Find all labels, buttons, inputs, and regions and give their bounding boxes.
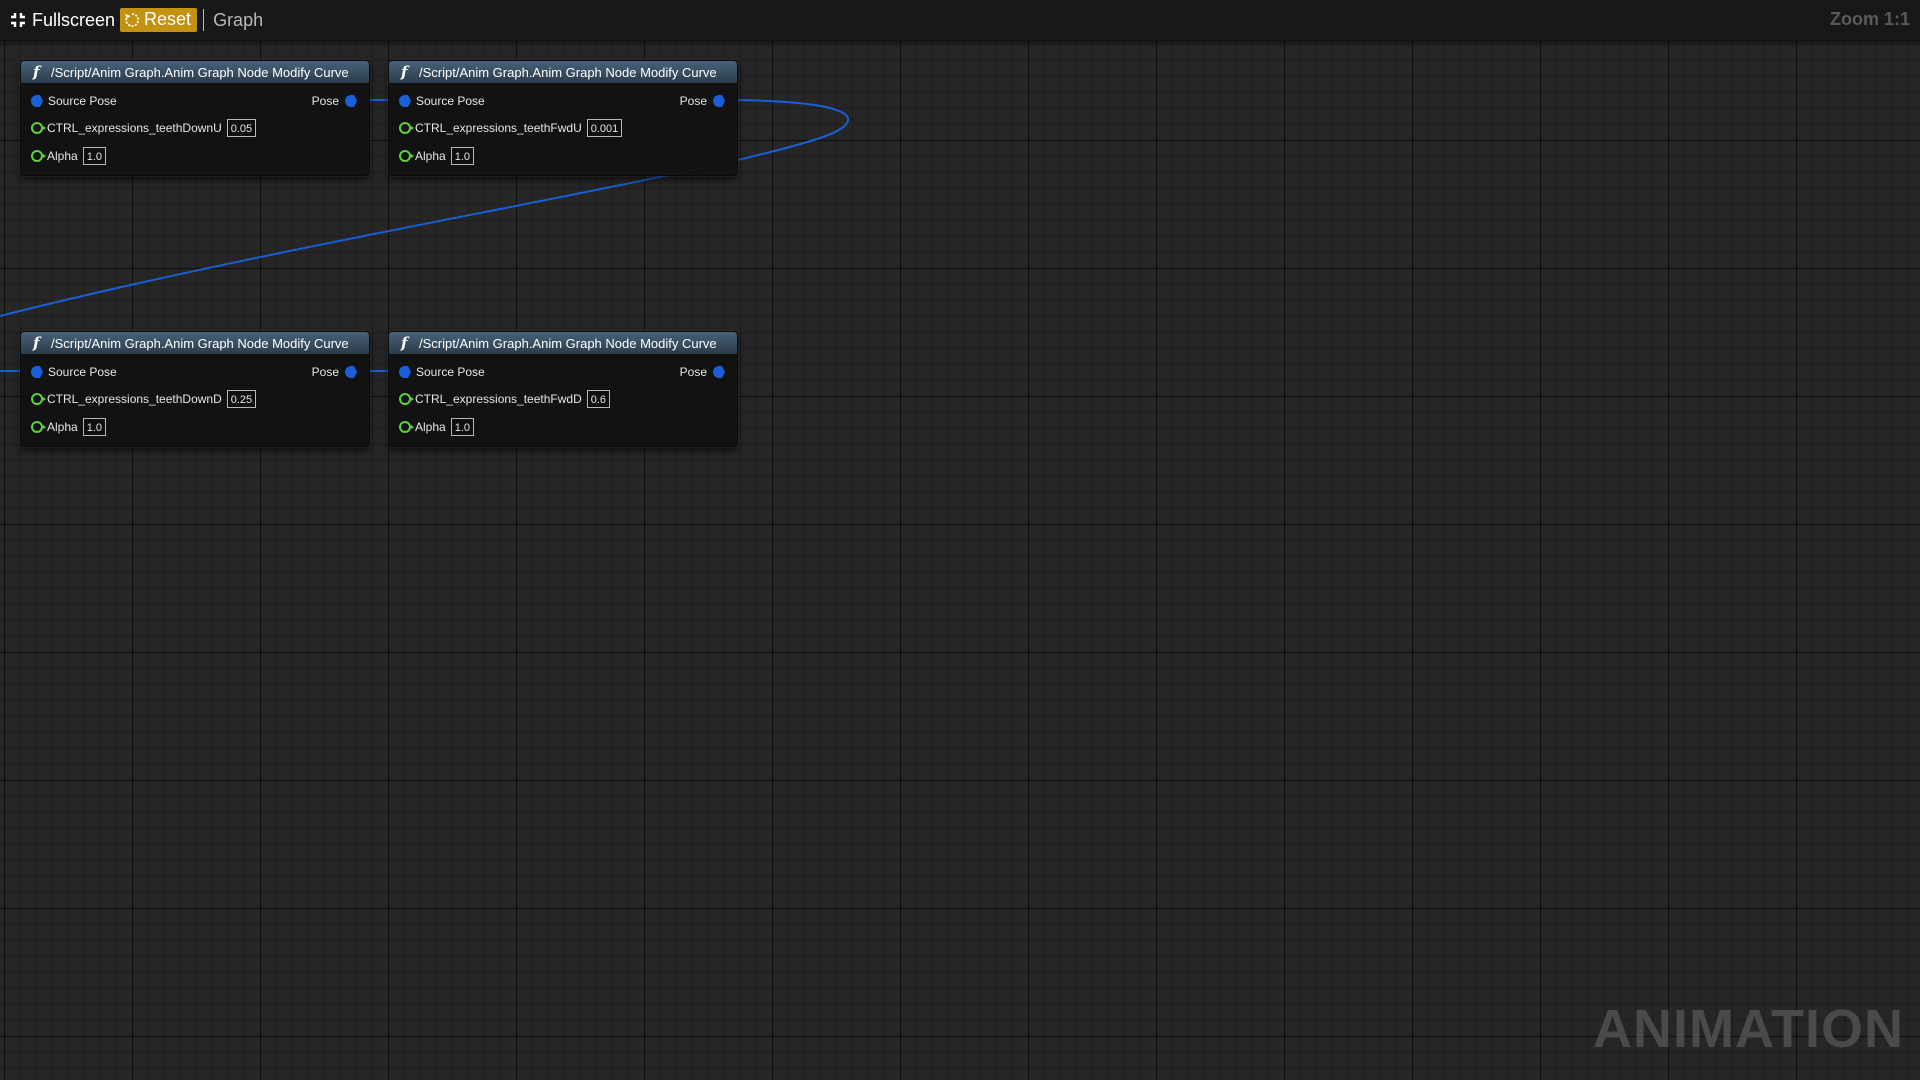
- pose-output-label: Pose: [679, 94, 707, 108]
- alpha-input-pin[interactable]: [399, 150, 414, 162]
- source-pose-pin[interactable]: [31, 95, 43, 107]
- node-header[interactable]: f /Script/Anim Graph.Anim Graph Node Mod…: [389, 332, 737, 354]
- curve-input-pin[interactable]: [399, 393, 414, 405]
- source-pose-label: Source Pose: [416, 94, 485, 108]
- source-pose-row: Source Pose Pose: [21, 91, 369, 111]
- curve-row: CTRL_expressions_teethDownU 0.05: [21, 118, 369, 138]
- curve-row: CTRL_expressions_teethDownD 0.25: [21, 389, 369, 409]
- reset-button[interactable]: Reset: [120, 8, 198, 32]
- curve-input-pin[interactable]: [31, 393, 46, 405]
- curve-value-field[interactable]: 0.05: [226, 119, 257, 137]
- alpha-row: Alpha 1.0: [21, 146, 369, 166]
- node-title: /Script/Anim Graph.Anim Graph Node Modif…: [51, 335, 349, 351]
- source-pose-pin[interactable]: [399, 366, 411, 378]
- fullscreen-icon: [11, 13, 25, 27]
- curve-input-pin[interactable]: [31, 122, 46, 134]
- modify-curve-node[interactable]: f /Script/Anim Graph.Anim Graph Node Mod…: [388, 60, 738, 176]
- node-title: /Script/Anim Graph.Anim Graph Node Modif…: [419, 64, 717, 80]
- pose-output: Pose: [312, 365, 357, 379]
- function-icon: f: [401, 63, 408, 81]
- pose-output: Pose: [680, 365, 725, 379]
- alpha-label: Alpha: [47, 420, 78, 434]
- graph-title: Graph: [213, 9, 264, 30]
- alpha-label: Alpha: [47, 149, 78, 163]
- source-pose-label: Source Pose: [416, 365, 485, 379]
- source-pose-label: Source Pose: [48, 94, 117, 108]
- curve-value-field[interactable]: 0.25: [226, 390, 257, 408]
- source-pose-label: Source Pose: [48, 365, 117, 379]
- source-pose-row: Source Pose Pose: [21, 362, 369, 382]
- alpha-label: Alpha: [415, 149, 446, 163]
- pose-output: Pose: [680, 94, 725, 108]
- alpha-value-field[interactable]: 1.0: [450, 147, 474, 165]
- alpha-value-field[interactable]: 1.0: [82, 418, 106, 436]
- curve-name-label: CTRL_expressions_teethFwdD: [415, 392, 582, 406]
- curve-input-pin[interactable]: [399, 122, 414, 134]
- reset-label: Reset: [144, 9, 192, 29]
- alpha-row: Alpha 1.0: [21, 417, 369, 437]
- reset-icon: [125, 12, 140, 27]
- modify-curve-node[interactable]: f /Script/Anim Graph.Anim Graph Node Mod…: [20, 331, 370, 447]
- pose-output-pin[interactable]: [713, 366, 725, 378]
- curve-row: CTRL_expressions_teethFwdU 0.001: [389, 118, 737, 138]
- source-pose-row: Source Pose Pose: [389, 91, 737, 111]
- pose-output-pin[interactable]: [345, 95, 357, 107]
- source-pose-pin[interactable]: [399, 95, 411, 107]
- alpha-row: Alpha 1.0: [389, 146, 737, 166]
- function-icon: f: [401, 334, 408, 352]
- alpha-row: Alpha 1.0: [389, 417, 737, 437]
- node-header[interactable]: f /Script/Anim Graph.Anim Graph Node Mod…: [21, 332, 369, 354]
- curve-name-label: CTRL_expressions_teethFwdU: [415, 121, 582, 135]
- alpha-input-pin[interactable]: [31, 421, 46, 433]
- pose-output-pin[interactable]: [713, 95, 725, 107]
- zoom-level: Zoom 1:1: [1829, 9, 1910, 29]
- alpha-input-pin[interactable]: [399, 421, 414, 433]
- curve-row: CTRL_expressions_teethFwdD 0.6: [389, 389, 737, 409]
- modify-curve-node[interactable]: f /Script/Anim Graph.Anim Graph Node Mod…: [388, 331, 738, 447]
- pose-output-label: Pose: [311, 94, 339, 108]
- source-pose-row: Source Pose Pose: [389, 362, 737, 382]
- node-header[interactable]: f /Script/Anim Graph.Anim Graph Node Mod…: [21, 61, 369, 83]
- curve-name-label: CTRL_expressions_teethDownU: [47, 121, 222, 135]
- modify-curve-node[interactable]: f /Script/Anim Graph.Anim Graph Node Mod…: [20, 60, 370, 176]
- node-title: /Script/Anim Graph.Anim Graph Node Modif…: [419, 335, 717, 351]
- alpha-value-field[interactable]: 1.0: [82, 147, 106, 165]
- node-title: /Script/Anim Graph.Anim Graph Node Modif…: [51, 64, 349, 80]
- source-pose-pin[interactable]: [31, 366, 43, 378]
- pose-output: Pose: [312, 94, 357, 108]
- node-header[interactable]: f /Script/Anim Graph.Anim Graph Node Mod…: [389, 61, 737, 83]
- alpha-input-pin[interactable]: [31, 150, 46, 162]
- pose-output-label: Pose: [311, 365, 339, 379]
- fullscreen-label: Fullscreen: [32, 9, 116, 30]
- curve-value-field[interactable]: 0.6: [586, 390, 611, 408]
- graph-toolbar: Fullscreen Reset Graph Zoom 1:1: [0, 0, 1920, 41]
- fullscreen-button[interactable]: Fullscreen: [10, 10, 115, 31]
- curve-value-field[interactable]: 0.001: [586, 119, 623, 137]
- toolbar-divider: [203, 9, 205, 31]
- pose-output-label: Pose: [679, 365, 707, 379]
- pose-output-pin[interactable]: [345, 366, 357, 378]
- function-icon: f: [33, 63, 40, 81]
- alpha-label: Alpha: [415, 420, 446, 434]
- function-icon: f: [33, 334, 40, 352]
- alpha-value-field[interactable]: 1.0: [450, 418, 474, 436]
- curve-name-label: CTRL_expressions_teethDownD: [47, 392, 222, 406]
